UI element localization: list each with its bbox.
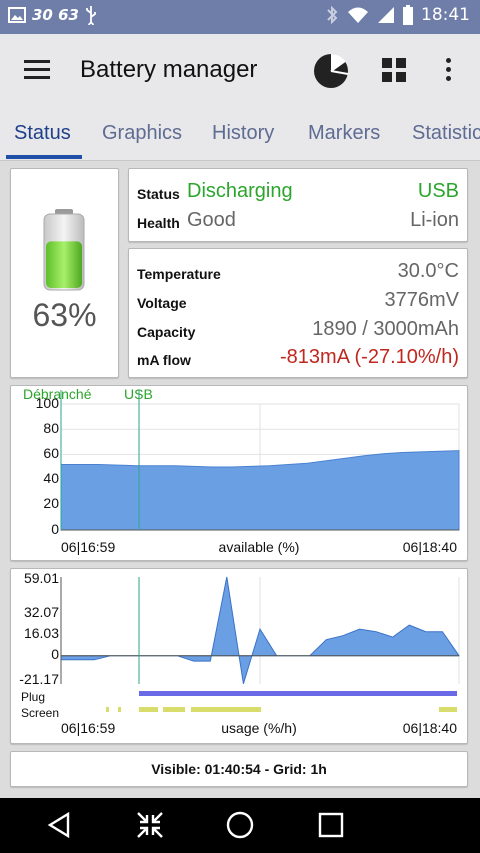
pie-chart-icon[interactable] <box>312 52 350 90</box>
y-tick-label: 100 <box>36 395 60 411</box>
visible-range-text: Visible: 01:40:54 - Grid: 1h <box>151 761 327 777</box>
battery-status-icon <box>403 5 413 25</box>
screen-segment <box>139 707 158 712</box>
battery-fill <box>46 241 82 288</box>
status-bar-numbers: 30 63 <box>32 6 79 24</box>
status-value: Discharging <box>187 180 293 202</box>
home-icon[interactable] <box>225 810 255 840</box>
app-bar: Battery manager <box>0 34 480 110</box>
hamburger-menu-icon[interactable] <box>24 60 50 80</box>
plug-row-label: Plug <box>21 690 45 704</box>
available-chart-panel[interactable]: Débranché USB 100 80 60 40 20 0 06|16:59… <box>10 385 468 561</box>
usage-chart-panel[interactable]: 59.01 32.07 16.03 0 -21.17 Plug Screen 0… <box>10 568 468 744</box>
status-bar-system: 18:41 <box>325 5 470 25</box>
y-tick-label: -21.17 <box>19 671 59 687</box>
x-end-label: 06|18:40 <box>403 720 457 736</box>
maflow-label: mA flow <box>137 352 191 368</box>
y-tick-label: 0 <box>51 521 59 537</box>
y-tick-label: 16.03 <box>24 625 59 641</box>
tab-bar: Status Graphics History Markers Statisti… <box>0 110 480 161</box>
x-axis-label: usage (%/h) <box>221 720 296 736</box>
wifi-icon <box>348 7 368 23</box>
screen-segment <box>118 707 121 712</box>
tab-statistics[interactable]: Statistics <box>412 122 480 145</box>
available-chart[interactable]: Débranché USB 100 80 60 40 20 0 06|16:59… <box>11 386 467 560</box>
temperature-label: Temperature <box>137 266 221 282</box>
y-tick-label: 20 <box>43 495 59 511</box>
back-icon[interactable] <box>46 811 74 839</box>
y-tick-label: 59.01 <box>24 570 59 586</box>
y-tick-label: 80 <box>43 420 59 436</box>
active-tab-indicator <box>6 155 82 159</box>
temperature-value: 30.0°C <box>397 260 459 282</box>
more-options-icon[interactable] <box>446 58 452 85</box>
screen-segment <box>106 707 109 712</box>
y-tick-label: 40 <box>43 470 59 486</box>
maflow-value: -813mA (-27.10%/h) <box>280 346 459 368</box>
details-card: Temperature 30.0°C Voltage 3776mV Capaci… <box>128 248 468 378</box>
recent-apps-icon[interactable] <box>318 812 344 838</box>
capacity-value: 1890 / 3000mAh <box>312 318 459 340</box>
capacity-label: Capacity <box>137 324 196 340</box>
marker-label-usb: USB <box>124 386 153 402</box>
grid-view-icon[interactable] <box>382 58 406 82</box>
power-source: USB <box>417 180 459 202</box>
screen-segment <box>163 707 185 712</box>
visible-range-bar[interactable]: Visible: 01:40:54 - Grid: 1h <box>10 751 468 787</box>
battery-icon <box>43 209 85 291</box>
y-tick-label: 60 <box>43 445 59 461</box>
health-label: Health <box>137 215 180 231</box>
battery-percent: 63% <box>32 297 97 333</box>
app-title: Battery manager <box>80 56 258 83</box>
health-value: Good <box>187 209 236 231</box>
screen-row-label: Screen <box>21 706 59 720</box>
screen-segment <box>439 707 457 712</box>
tab-history[interactable]: History <box>212 122 274 145</box>
plug-bar <box>139 691 457 696</box>
x-start-label: 06|16:59 <box>61 539 115 555</box>
screen-segment <box>191 707 261 712</box>
battery-panel: 63% <box>10 168 119 378</box>
usb-icon <box>86 6 96 25</box>
navigation-bar <box>0 798 480 853</box>
y-tick-label: 0 <box>51 646 59 662</box>
voltage-value: 3776mV <box>384 289 460 311</box>
x-start-label: 06|16:59 <box>61 720 115 736</box>
signal-icon <box>378 7 394 23</box>
collapse-windows-icon[interactable] <box>135 810 165 840</box>
x-axis-label: available (%) <box>219 539 300 555</box>
tab-markers[interactable]: Markers <box>308 122 380 145</box>
status-card: Status Discharging USB Health Good Li-io… <box>128 168 468 242</box>
tab-status[interactable]: Status <box>14 122 71 145</box>
status-label: Status <box>137 186 180 202</box>
status-bar-notifications: 30 63 <box>8 5 97 25</box>
x-end-label: 06|18:40 <box>403 539 457 555</box>
battery-type: Li-ion <box>410 209 459 231</box>
image-icon <box>8 7 26 23</box>
bluetooth-icon <box>327 5 338 25</box>
tab-graphics[interactable]: Graphics <box>102 122 182 145</box>
usage-chart[interactable]: 59.01 32.07 16.03 0 -21.17 Plug Screen 0… <box>11 569 467 743</box>
voltage-label: Voltage <box>137 295 187 311</box>
y-tick-label: 32.07 <box>24 604 59 620</box>
system-status-bar: 30 63 18:41 <box>0 0 480 34</box>
clock: 18:41 <box>421 5 470 25</box>
